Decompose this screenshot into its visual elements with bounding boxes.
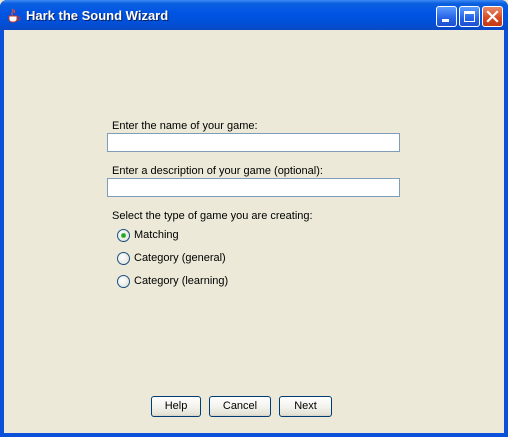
java-cup-icon[interactable]: [6, 7, 22, 23]
game-description-input[interactable]: [107, 178, 400, 197]
cancel-button[interactable]: Cancel: [209, 396, 271, 417]
game-type-label: Select the type of game you are creating…: [112, 210, 313, 222]
game-name-input[interactable]: [107, 133, 400, 152]
radio-button-selected[interactable]: [117, 229, 130, 242]
radio-category-general-label[interactable]: Category (general): [134, 252, 226, 264]
close-icon: [486, 10, 499, 23]
game-description-label: Enter a description of your game (option…: [112, 165, 323, 177]
help-button[interactable]: Help: [151, 396, 201, 417]
radio-button[interactable]: [117, 252, 130, 265]
window-title: Hark the Sound Wizard: [26, 8, 169, 23]
radio-button[interactable]: [117, 275, 130, 288]
wizard-window: Hark the Sound Wizard Enter the name of …: [0, 0, 508, 437]
minimize-icon: [442, 19, 449, 22]
close-button[interactable]: [482, 6, 503, 27]
radio-matching-label[interactable]: Matching: [134, 229, 179, 241]
window-frame-bottom: [0, 433, 508, 437]
wizard-content: [4, 30, 504, 433]
title-bar[interactable]: Hark the Sound Wizard: [0, 0, 508, 30]
radio-selected-dot: [121, 233, 126, 238]
radio-category-learning-label[interactable]: Category (learning): [134, 275, 228, 287]
minimize-button[interactable]: [436, 6, 457, 27]
window-frame-right: [504, 30, 508, 437]
maximize-button[interactable]: [459, 6, 480, 27]
next-button[interactable]: Next: [279, 396, 332, 417]
maximize-icon: [464, 11, 475, 22]
game-name-label: Enter the name of your game:: [112, 120, 258, 132]
